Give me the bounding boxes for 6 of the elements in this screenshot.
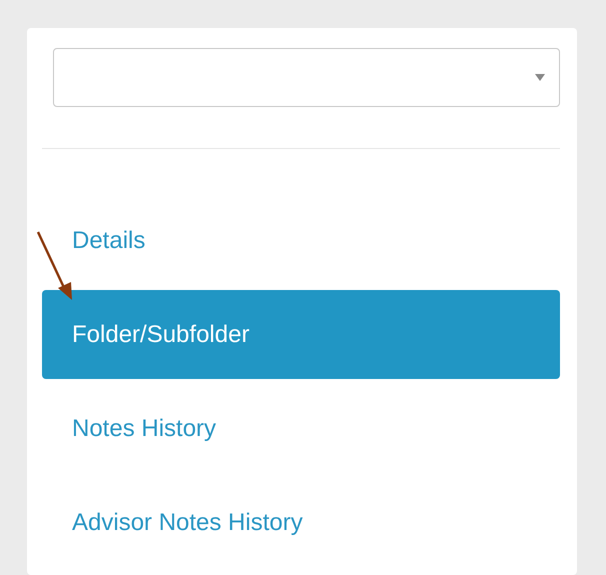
dropdown-field[interactable] — [53, 48, 560, 107]
nav-item[interactable]: Details — [42, 196, 560, 285]
nav-item[interactable]: Notes History — [42, 384, 560, 473]
nav-item[interactable]: Advisor Notes History — [42, 478, 560, 567]
nav-item[interactable]: Folder/Subfolder — [42, 290, 560, 379]
caret-icon — [535, 74, 545, 81]
